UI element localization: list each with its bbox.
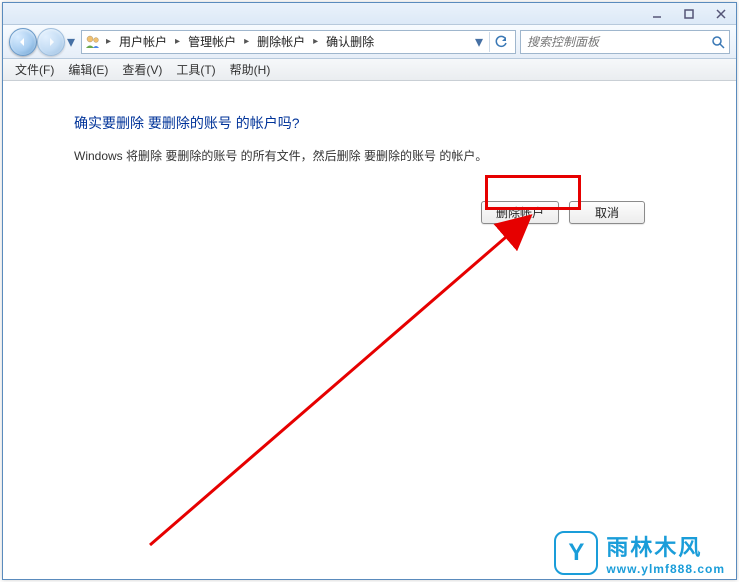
cancel-button[interactable]: 取消 — [569, 201, 645, 224]
watermark-badge-letter: Y — [568, 539, 584, 567]
menu-bar: 文件(F) 编辑(E) 查看(V) 工具(T) 帮助(H) — [3, 59, 736, 81]
watermark: Y 雨林木风 www.ylmf888.com — [554, 530, 725, 576]
breadcrumb-item[interactable]: 删除帐户 — [253, 33, 309, 50]
delete-account-button[interactable]: 删除帐户 — [481, 201, 559, 224]
forward-button[interactable] — [37, 28, 65, 56]
titlebar — [3, 3, 736, 25]
search-icon[interactable] — [708, 35, 729, 49]
close-button[interactable] — [710, 6, 732, 22]
minimize-button[interactable] — [646, 6, 668, 22]
content-area: 确实要删除 要删除的账号 的帐户吗? Windows 将删除 要删除的账号 的所… — [4, 83, 735, 578]
menu-file[interactable]: 文件(F) — [9, 59, 60, 80]
breadcrumb-item[interactable]: 管理帐户 — [184, 33, 240, 50]
history-dropdown[interactable]: ▾ — [65, 32, 77, 52]
user-accounts-icon — [84, 34, 102, 50]
control-panel-window: ▾ ▸ 用户帐户 ▸ 管理帐户 ▸ 删除帐户 ▸ 确认删除 ▾ — [2, 2, 737, 580]
chevron-right-icon: ▸ — [242, 36, 251, 47]
watermark-badge: Y — [554, 531, 598, 575]
back-button[interactable] — [9, 28, 37, 56]
page-heading: 确实要删除 要删除的账号 的帐户吗? — [74, 113, 665, 133]
menu-view[interactable]: 查看(V) — [116, 59, 168, 80]
watermark-text: 雨林木风 www.ylmf888.com — [606, 530, 725, 576]
breadcrumb-item[interactable]: 用户帐户 — [115, 33, 171, 50]
nav-bar: ▾ ▸ 用户帐户 ▸ 管理帐户 ▸ 删除帐户 ▸ 确认删除 ▾ — [3, 25, 736, 59]
search-box[interactable] — [520, 30, 730, 54]
chevron-right-icon: ▸ — [311, 36, 320, 47]
button-row: 删除帐户 取消 — [74, 201, 665, 224]
search-input[interactable] — [521, 35, 708, 49]
chevron-right-icon: ▸ — [104, 36, 113, 47]
watermark-url: www.ylmf888.com — [606, 562, 725, 576]
page-body-text: Windows 将删除 要删除的账号 的所有文件，然后删除 要删除的账号 的帐户… — [74, 147, 665, 165]
nav-back-forward: ▾ — [9, 28, 77, 56]
menu-edit[interactable]: 编辑(E) — [62, 59, 114, 80]
address-dropdown[interactable]: ▾ — [473, 32, 485, 52]
breadcrumb-item[interactable]: 确认删除 — [322, 33, 378, 50]
refresh-button[interactable] — [489, 32, 511, 52]
watermark-cn: 雨林木风 — [606, 530, 725, 562]
menu-help[interactable]: 帮助(H) — [224, 59, 277, 80]
address-bar[interactable]: ▸ 用户帐户 ▸ 管理帐户 ▸ 删除帐户 ▸ 确认删除 ▾ — [81, 30, 516, 54]
menu-tools[interactable]: 工具(T) — [170, 59, 221, 80]
maximize-button[interactable] — [678, 6, 700, 22]
chevron-right-icon: ▸ — [173, 36, 182, 47]
